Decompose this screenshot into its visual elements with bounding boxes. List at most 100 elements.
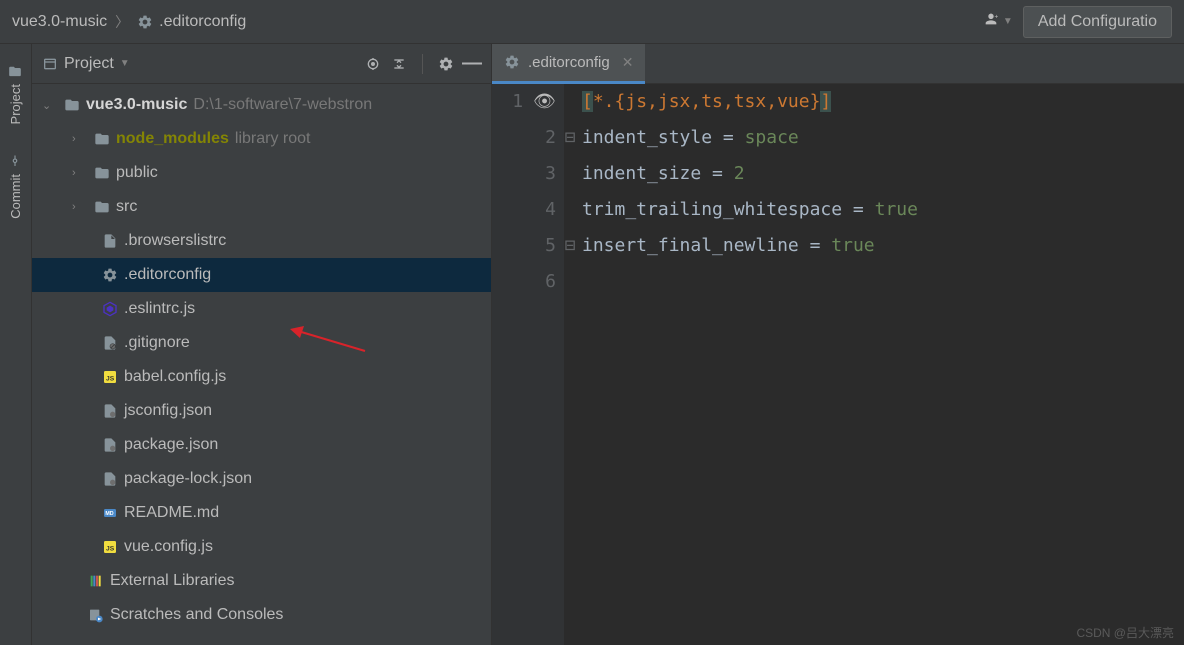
tree-file-babel-config[interactable]: JS babel.config.js <box>32 360 491 394</box>
line-number: 5 <box>545 228 556 264</box>
code-editor[interactable]: 1👁 2 3 4 5 6 ⊟ ⊟ [*.{js,jsx,ts,tsx,vue}]… <box>492 84 1184 645</box>
panel-title-label: Project <box>64 55 114 73</box>
left-tool-rail: Project Commit <box>0 44 32 645</box>
code-token: = <box>799 235 832 256</box>
code-token: *.{js,jsx,ts,tsx,vue} <box>593 91 821 112</box>
breadcrumb-project[interactable]: vue3.0-music <box>12 13 107 31</box>
gear-icon <box>137 14 153 30</box>
code-token: = <box>712 127 745 148</box>
code-token: ] <box>820 91 831 112</box>
code-token: insert_final_newline <box>582 235 799 256</box>
code-token: space <box>745 127 799 148</box>
js-file-icon: JS <box>102 539 118 555</box>
line-number: 4 <box>545 192 556 228</box>
gutter[interactable]: 1👁 2 3 4 5 6 <box>492 84 564 645</box>
tree-file-jsconfig[interactable]: jsconfig.json <box>32 394 491 428</box>
gear-icon <box>504 54 520 70</box>
tree-item-label: package.json <box>124 436 218 454</box>
tree-file-eslintrc[interactable]: .eslintrc.js <box>32 292 491 326</box>
folder-icon <box>94 199 110 215</box>
breadcrumb-separator-icon: 〉 <box>115 12 129 32</box>
add-configuration-button[interactable]: Add Configuratio <box>1023 6 1172 38</box>
expand-arrow-icon[interactable]: › <box>72 133 88 145</box>
rail-project-label: Project <box>8 84 23 124</box>
tree-item-label: .gitignore <box>124 334 190 352</box>
project-tree[interactable]: ⌄ vue3.0-music D:\1-software\7-webstron … <box>32 84 491 636</box>
tree-item-label: node_modules <box>116 130 229 148</box>
folder-icon <box>9 64 23 78</box>
tree-item-label: Scratches and Consoles <box>110 606 283 624</box>
tab-label: .editorconfig <box>528 54 610 71</box>
code-token: true <box>831 235 874 256</box>
watermark: CSDN @吕大漂亮 <box>1076 624 1174 641</box>
user-icon[interactable]: + <box>983 11 999 32</box>
file-icon <box>102 233 118 249</box>
tree-item-label: README.md <box>124 504 219 522</box>
code-token: = <box>701 163 734 184</box>
line-number: 6 <box>545 264 556 300</box>
rail-commit-button[interactable]: Commit <box>8 154 23 219</box>
tree-item-label: vue.config.js <box>124 538 213 556</box>
hide-panel-icon[interactable]: — <box>463 55 481 73</box>
tab-bar: .editorconfig ✕ <box>492 44 1184 84</box>
code-token: indent_style <box>582 127 712 148</box>
folder-icon <box>94 165 110 181</box>
markdown-file-icon: MD <box>102 505 118 521</box>
svg-text:JS: JS <box>106 375 115 382</box>
tree-file-readme[interactable]: MD README.md <box>32 496 491 530</box>
commit-icon <box>9 154 23 168</box>
tree-folder-public[interactable]: › public <box>32 156 491 190</box>
code-token: indent_size <box>582 163 701 184</box>
config-file-icon <box>102 437 118 453</box>
tree-item-label: External Libraries <box>110 572 235 590</box>
file-icon <box>102 335 118 351</box>
tree-file-package-json[interactable]: package.json <box>32 428 491 462</box>
eye-icon[interactable]: 👁 <box>533 84 556 120</box>
project-icon <box>42 56 58 72</box>
editor-tab[interactable]: .editorconfig ✕ <box>492 44 645 84</box>
eslint-icon <box>102 301 118 317</box>
expand-all-icon[interactable] <box>390 55 408 73</box>
fold-gutter[interactable]: ⊟ ⊟ <box>564 84 576 645</box>
scratches-icon <box>88 607 104 623</box>
breadcrumb-file[interactable]: .editorconfig <box>137 13 246 31</box>
breadcrumb-bar: vue3.0-music 〉 .editorconfig + ▼ Add Con… <box>0 0 1184 44</box>
settings-gear-icon[interactable] <box>437 55 455 73</box>
rail-project-button[interactable]: Project <box>8 64 23 124</box>
tree-item-label: .browserslistrc <box>124 232 226 250</box>
tree-file-package-lock[interactable]: package-lock.json <box>32 462 491 496</box>
code-token: = <box>842 199 875 220</box>
chevron-down-icon[interactable]: ▼ <box>1003 16 1013 27</box>
panel-title-button[interactable]: Project ▼ <box>42 55 130 73</box>
config-file-icon <box>102 403 118 419</box>
code-token: true <box>875 199 918 220</box>
svg-text:JS: JS <box>106 545 115 552</box>
tree-item-label: package-lock.json <box>124 470 252 488</box>
rail-commit-label: Commit <box>8 174 23 219</box>
tree-scratches[interactable]: Scratches and Consoles <box>32 598 491 632</box>
chevron-down-icon: ▼ <box>120 58 130 69</box>
tree-file-editorconfig[interactable]: .editorconfig <box>32 258 491 292</box>
expand-arrow-icon[interactable]: › <box>72 201 88 213</box>
expand-arrow-icon[interactable]: › <box>72 167 88 179</box>
line-number: 1 <box>512 84 523 120</box>
expand-arrow-icon[interactable]: ⌄ <box>42 99 58 112</box>
breadcrumb-file-label: .editorconfig <box>159 13 246 31</box>
project-panel: Project ▼ — ⌄ vue3.0-music D:\1-software… <box>32 44 492 645</box>
tree-folder-src[interactable]: › src <box>32 190 491 224</box>
tree-external-libraries[interactable]: External Libraries <box>32 564 491 598</box>
tree-file-browserslistrc[interactable]: .browserslistrc <box>32 224 491 258</box>
folder-icon <box>64 97 80 113</box>
code-content[interactable]: [*.{js,jsx,ts,tsx,vue}] indent_style = s… <box>576 84 1184 645</box>
svg-text:+: + <box>994 13 998 20</box>
close-tab-icon[interactable]: ✕ <box>622 54 634 71</box>
folder-icon <box>94 131 110 147</box>
tree-root-path: D:\1-software\7-webstron <box>193 96 372 114</box>
select-opened-file-icon[interactable] <box>364 55 382 73</box>
code-token: 2 <box>734 163 745 184</box>
tree-root[interactable]: ⌄ vue3.0-music D:\1-software\7-webstron <box>32 88 491 122</box>
tree-file-vue-config[interactable]: JS vue.config.js <box>32 530 491 564</box>
tree-file-gitignore[interactable]: .gitignore <box>32 326 491 360</box>
tree-folder-node-modules[interactable]: › node_modules library root <box>32 122 491 156</box>
tree-item-label: .editorconfig <box>124 266 211 284</box>
